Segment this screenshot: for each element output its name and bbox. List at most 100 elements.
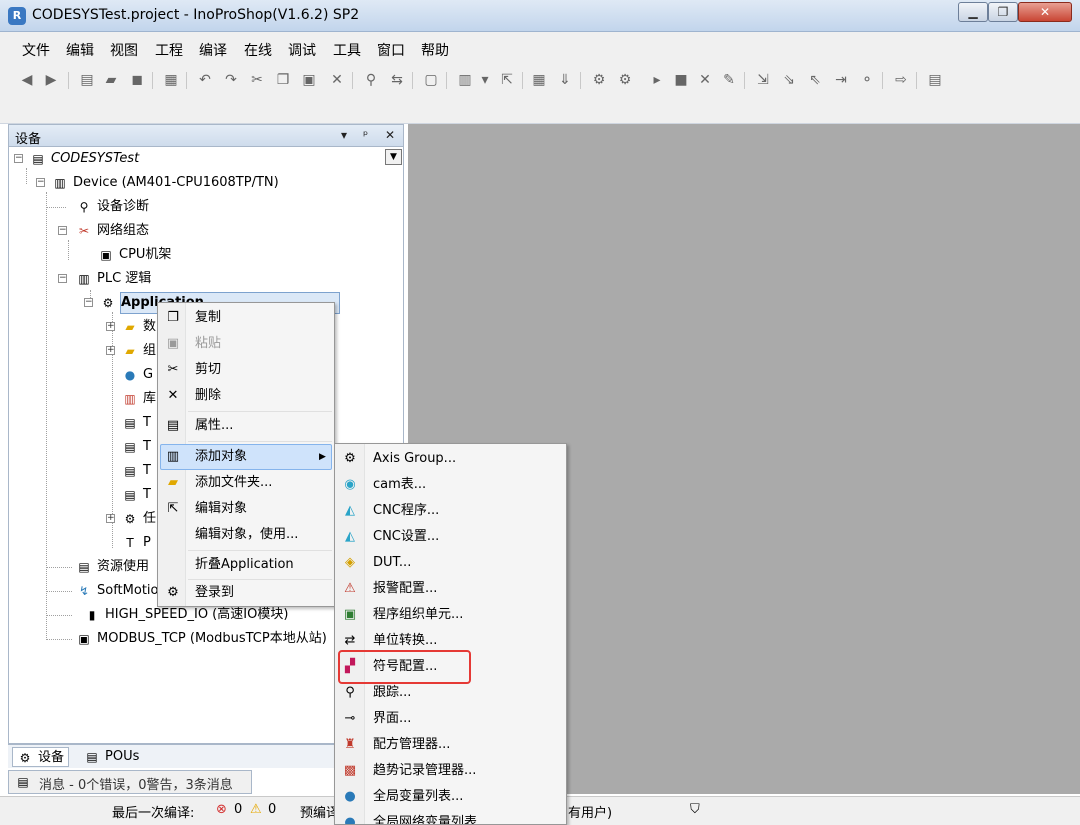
window-icon[interactable]: ▢ — [422, 71, 440, 89]
sub-pou[interactable]: ▣ 程序组织单元... — [336, 602, 566, 628]
monitor-icon[interactable]: ▤ — [926, 71, 944, 89]
step-over-icon[interactable]: ⇲ — [754, 71, 772, 89]
ctx-login[interactable]: ⚙ 登录到 — [159, 581, 333, 605]
sub-cnc-program[interactable]: ◭ CNC程序... — [336, 498, 566, 524]
build-icon[interactable]: ▦ — [530, 71, 548, 89]
tree-node-pou[interactable]: ▤ T — [122, 484, 151, 506]
dropdown-arrow-icon[interactable]: ▾ — [476, 71, 494, 89]
open-folder-icon[interactable]: ▰ — [102, 71, 120, 89]
copy-icon[interactable]: ❐ — [274, 71, 292, 89]
tree-node-resources[interactable]: ▤ 资源使用 — [76, 556, 149, 578]
tree-dropdown-button[interactable]: ▼ — [385, 149, 402, 165]
stop-icon[interactable]: ■ — [672, 71, 690, 89]
menu-view[interactable]: 视图 — [110, 40, 138, 60]
ctx-paste[interactable]: ▣ 粘贴 — [159, 332, 333, 356]
collapse-icon[interactable]: − — [84, 298, 93, 307]
login-icon[interactable]: ⚙ — [590, 71, 608, 89]
toolbar: ◀ ▶ ▤ ▰ ◼ ▦ ↶ ↷ ✂ ❐ ▣ ✕ ⚲ ⇆ ▢ ▥ ▾ ⇱ ▦ ⇓ … — [0, 66, 1080, 124]
collapse-icon[interactable]: − — [14, 154, 23, 163]
collapse-icon[interactable]: − — [58, 274, 67, 283]
new-file-icon[interactable]: ▤ — [78, 71, 96, 89]
start-icon[interactable]: ▸ — [648, 71, 666, 89]
export-icon[interactable]: ⇱ — [498, 71, 516, 89]
ctx-collapse-application[interactable]: 折叠Application — [159, 553, 333, 577]
menu-online[interactable]: 在线 — [244, 40, 272, 60]
sub-alarm-config[interactable]: ⚠ 报警配置... — [336, 576, 566, 602]
menu-window[interactable]: 窗口 — [377, 40, 405, 60]
collapse-icon[interactable]: − — [58, 226, 67, 235]
menu-project[interactable]: 工程 — [155, 40, 183, 60]
redo-icon[interactable]: ↷ — [222, 71, 240, 89]
expand-icon[interactable]: + — [106, 322, 115, 331]
ctx-cut[interactable]: ✂ 剪切 — [159, 358, 333, 382]
tree-node-high-speed-io[interactable]: ▮ HIGH_SPEED_IO (高速IO模块) — [84, 604, 289, 626]
minimize-button[interactable]: ▁ — [958, 2, 988, 22]
messages-tab[interactable]: ▤ 消息 - 0个错误，0警告，3条消息 — [8, 770, 252, 794]
sub-dut[interactable]: ◈ DUT... — [336, 550, 566, 576]
tree-node-softmotion[interactable]: ↯ SoftMotio — [76, 580, 159, 602]
tree-node-modbus[interactable]: ▣ MODBUS_TCP (ModbusTCP本地从站) — [76, 628, 326, 650]
ctx-add-object[interactable]: ▥ 添加对象 ▶ — [159, 445, 333, 469]
sub-cam-table[interactable]: ◉ cam表... — [336, 472, 566, 498]
tab-devices[interactable]: ⚙ 设备 — [12, 747, 70, 767]
tree-node-gvl[interactable]: ● G — [122, 364, 153, 386]
ctx-copy[interactable]: ❐ 复制 — [159, 306, 333, 330]
tab-pous[interactable]: ▤ POUs — [80, 747, 143, 767]
maximize-button[interactable]: ❐ — [988, 2, 1018, 22]
download-icon[interactable]: ⇓ — [556, 71, 574, 89]
menu-build[interactable]: 编译 — [199, 40, 227, 60]
ctx-properties[interactable]: ▤ 属性... — [159, 414, 333, 438]
sub-axis-group[interactable]: ⚙ Axis Group... — [336, 446, 566, 472]
tree-node-cpu-rack[interactable]: ▣ CPU机架 — [98, 244, 171, 266]
tree-node-pou[interactable]: ▤ T — [122, 412, 151, 434]
breakpoint-icon[interactable]: ⚬ — [858, 71, 876, 89]
collapse-icon[interactable]: − — [36, 178, 45, 187]
save-icon[interactable]: ◼ — [128, 71, 146, 89]
pin-icon[interactable]: ᵖ — [363, 128, 368, 142]
arrow-right-icon[interactable]: ⇨ — [892, 71, 910, 89]
error-count: 0 — [234, 802, 243, 817]
ctx-edit-object[interactable]: ⇱ 编辑对象 — [159, 497, 333, 521]
panel-menu-icon[interactable]: ▾ — [341, 128, 347, 142]
paste-icon[interactable]: ▣ — [300, 71, 318, 89]
tree-node-library[interactable]: ▥ 库 — [122, 388, 156, 410]
find-icon[interactable]: ⚲ — [362, 71, 380, 89]
menu-edit[interactable]: 编辑 — [66, 40, 94, 60]
back-icon[interactable]: ◀ — [18, 71, 36, 89]
delete-icon[interactable]: ✕ — [328, 71, 346, 89]
run-to-cursor-icon[interactable]: ⇥ — [832, 71, 850, 89]
reset-icon[interactable]: ✕ — [696, 71, 714, 89]
close-button[interactable]: ✕ — [1018, 2, 1072, 22]
logout-icon[interactable]: ⚙ — [616, 71, 634, 89]
sub-interface[interactable]: ⊸ 界面... — [336, 706, 566, 732]
ctx-delete[interactable]: ✕ 删除 — [159, 384, 333, 408]
print-icon[interactable]: ▦ — [162, 71, 180, 89]
cut-icon[interactable]: ✂ — [248, 71, 266, 89]
trend-icon: ▩ — [343, 763, 357, 778]
ctx-edit-object-with[interactable]: 编辑对象，使用... — [159, 523, 333, 547]
forward-icon[interactable]: ▶ — [42, 71, 60, 89]
menu-tools[interactable]: 工具 — [333, 40, 361, 60]
menu-help[interactable]: 帮助 — [421, 40, 449, 60]
expand-icon[interactable]: + — [106, 514, 115, 523]
ctx-add-folder[interactable]: ▰ 添加文件夹... — [159, 471, 333, 495]
panel-close-icon[interactable]: ✕ — [385, 128, 395, 142]
sub-gvl[interactable]: ● 全局变量列表... — [336, 784, 566, 810]
step-out-icon[interactable]: ⇖ — [806, 71, 824, 89]
tree-node-pou[interactable]: ▤ T — [122, 436, 151, 458]
add-object-icon[interactable]: ▥ — [456, 71, 474, 89]
step-into-icon[interactable]: ⇘ — [780, 71, 798, 89]
sub-trend-manager[interactable]: ▩ 趋势记录管理器... — [336, 758, 566, 784]
tree-node-diagnostics[interactable]: ⚲ 设备诊断 — [76, 196, 149, 218]
sub-recipe-manager[interactable]: ♜ 配方管理器... — [336, 732, 566, 758]
replace-icon[interactable]: ⇆ — [388, 71, 406, 89]
sub-network-gvl[interactable]: ● 全局网络变量列表 — [336, 810, 566, 824]
menu-file[interactable]: 文件 — [22, 40, 50, 60]
menu-debug[interactable]: 调试 — [288, 40, 316, 60]
sub-cnc-settings[interactable]: ◭ CNC设置... — [336, 524, 566, 550]
tree-node-pou[interactable]: ▤ T — [122, 460, 151, 482]
edit-icon[interactable]: ✎ — [720, 71, 738, 89]
expand-icon[interactable]: + — [106, 346, 115, 355]
tree-node-program[interactable]: TP — [122, 532, 151, 554]
undo-icon[interactable]: ↶ — [196, 71, 214, 89]
